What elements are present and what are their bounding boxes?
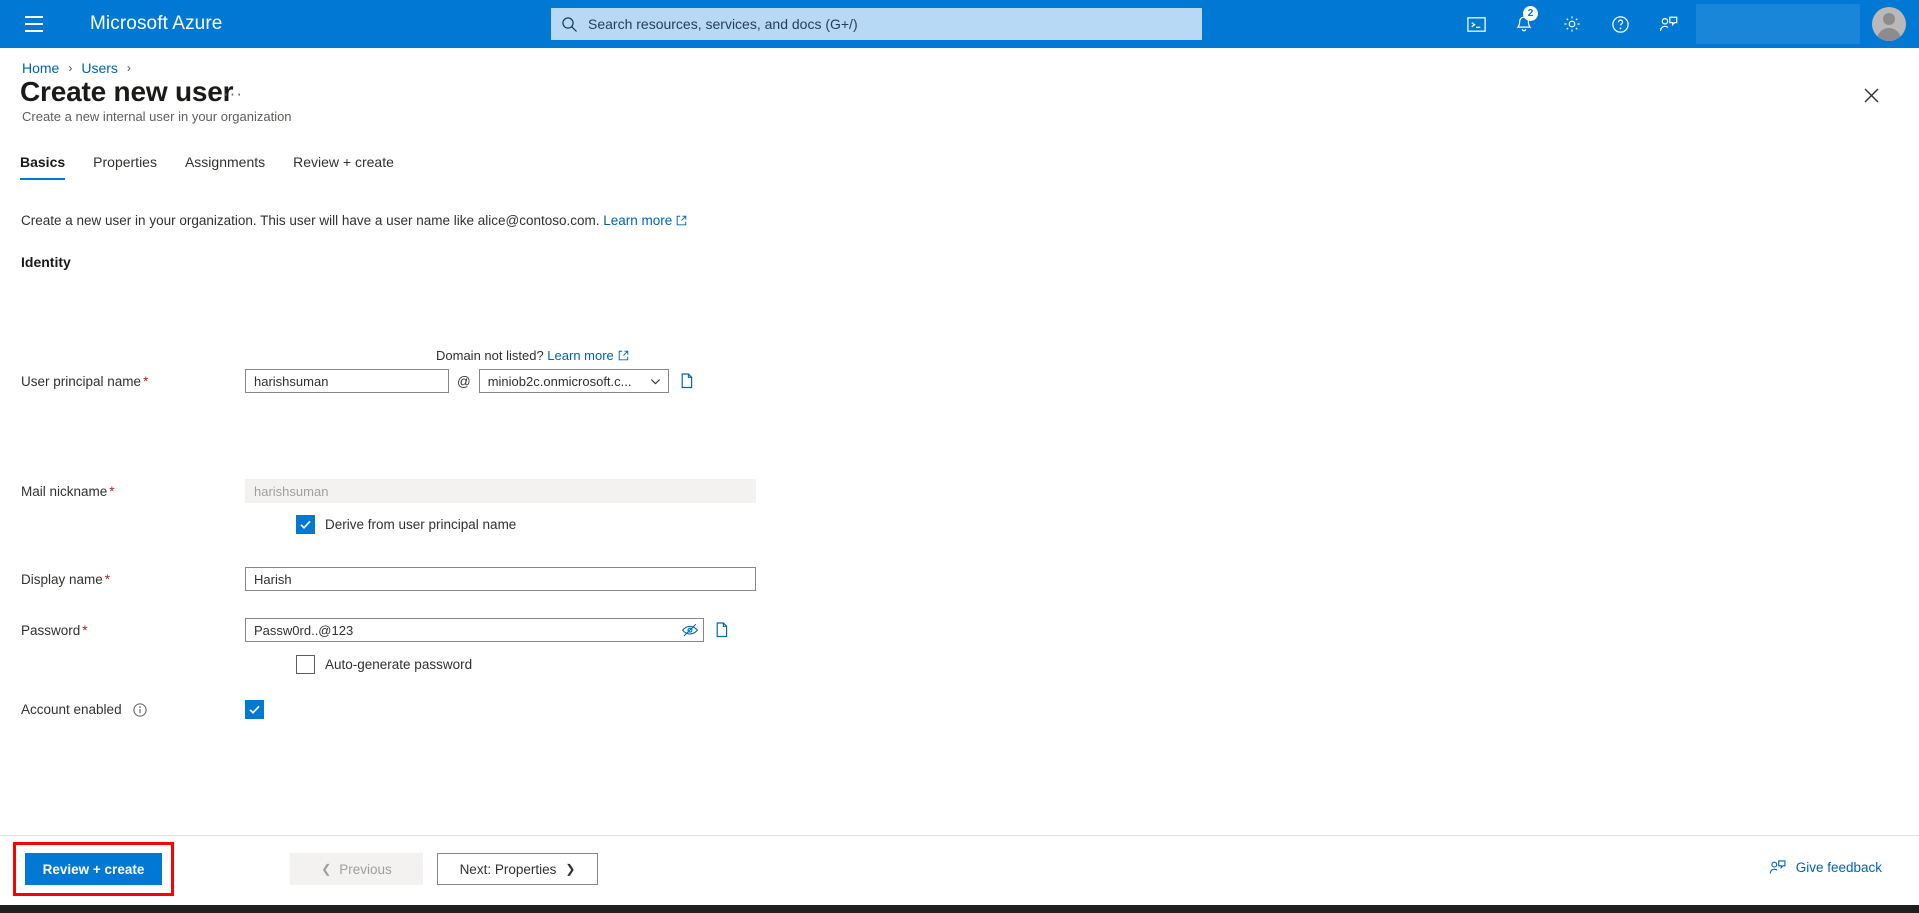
breadcrumb: Home › Users › — [22, 60, 140, 76]
bottom-system-bar — [0, 905, 1919, 913]
required-marker: * — [143, 373, 149, 389]
review-create-button[interactable]: Review + create — [25, 853, 162, 885]
page-subtitle: Create a new internal user in your organ… — [22, 109, 292, 124]
auto-generate-password-row: Auto-generate password — [296, 655, 472, 674]
next-properties-button[interactable]: Next: Properties ❯ — [437, 853, 598, 885]
search-input[interactable] — [586, 12, 1186, 36]
tab-basics[interactable]: Basics — [20, 150, 79, 180]
global-search[interactable] — [551, 8, 1202, 40]
more-options-button[interactable]: ··· — [223, 84, 243, 104]
field-row-display-name: Display name * — [21, 567, 756, 591]
label-text: Account enabled — [21, 702, 122, 717]
previous-button: ❮ Previous — [290, 853, 423, 885]
cloud-shell-icon[interactable] — [1452, 0, 1500, 48]
label-mail-nickname: Mail nickname * — [21, 484, 245, 499]
footer-bar: Review + create ❮ Previous Next: Propert… — [0, 835, 1919, 905]
give-feedback-button[interactable]: Give feedback — [1768, 858, 1882, 877]
required-marker: * — [82, 622, 88, 638]
notifications-icon[interactable]: 2 — [1500, 0, 1548, 48]
search-icon — [562, 16, 577, 32]
info-icon[interactable] — [133, 703, 147, 717]
breadcrumb-item-users[interactable]: Users — [81, 60, 118, 76]
domain-select[interactable]: miniob2c.onmicrosoft.c... — [478, 369, 669, 393]
copy-password-button[interactable] — [715, 621, 732, 639]
tab-properties[interactable]: Properties — [79, 150, 171, 180]
account-enabled-checkbox[interactable] — [245, 700, 264, 719]
field-row-account-enabled: Account enabled — [21, 700, 264, 719]
label-text: User principal name — [21, 373, 142, 389]
breadcrumb-separator-icon: › — [68, 61, 73, 75]
label-text: Display name — [21, 571, 103, 587]
give-feedback-label: Give feedback — [1795, 860, 1882, 875]
field-row-password: Password * — [21, 618, 732, 642]
feedback-person-icon — [1769, 860, 1786, 874]
close-icon[interactable] — [1855, 79, 1887, 111]
eye-off-icon[interactable] — [681, 621, 699, 639]
required-marker: * — [104, 571, 111, 587]
label-text: Password — [21, 622, 81, 638]
password-input[interactable] — [245, 618, 704, 642]
domain-not-listed-learn-more-link[interactable]: Learn more — [547, 348, 613, 363]
intro-text-row: Create a new user in your organization. … — [21, 213, 687, 229]
chevron-left-icon: ❮ — [321, 862, 332, 876]
user-principal-name-input[interactable] — [245, 369, 449, 393]
label-password: Password * — [21, 623, 245, 638]
label-account-enabled: Account enabled — [21, 702, 245, 717]
external-link-icon — [676, 214, 687, 229]
label-display-name: Display name * — [21, 572, 245, 587]
label-text: Mail nickname — [21, 483, 108, 499]
derive-from-upn-checkbox[interactable] — [296, 515, 315, 534]
external-link-icon — [618, 349, 629, 364]
breadcrumb-separator-icon: › — [126, 61, 131, 75]
brand-title[interactable]: Microsoft Azure — [90, 13, 222, 35]
required-marker: * — [109, 483, 115, 499]
chevron-right-icon: ❯ — [565, 862, 576, 876]
copy-user-principal-name-button[interactable] — [680, 372, 697, 390]
tab-review-create[interactable]: Review + create — [279, 150, 408, 180]
field-row-mail-nickname: Mail nickname * — [21, 479, 756, 503]
next-button-label: Next: Properties — [459, 861, 557, 877]
display-name-input[interactable] — [245, 567, 756, 591]
auto-generate-password-label[interactable]: Auto-generate password — [325, 657, 472, 672]
domain-not-listed-text: Domain not listed? — [436, 348, 544, 363]
field-row-user-principal-name: User principal name* @ miniob2c.onmicros… — [21, 369, 697, 393]
chevron-down-icon — [650, 378, 660, 384]
tab-bar: Basics Properties Assignments Review + c… — [20, 150, 408, 180]
notification-badge: 2 — [1523, 6, 1538, 21]
label-user-principal-name: User principal name * — [21, 374, 245, 389]
domain-select-value: miniob2c.onmicrosoft.c... — [487, 373, 632, 389]
feedback-icon[interactable] — [1644, 0, 1692, 48]
page-title: Create new user — [20, 76, 234, 107]
help-icon[interactable] — [1596, 0, 1644, 48]
auto-generate-password-checkbox[interactable] — [296, 655, 315, 674]
intro-learn-more-link[interactable]: Learn more — [603, 213, 672, 228]
domain-not-listed-row: Domain not listed? Learn more — [436, 348, 629, 364]
tab-assignments[interactable]: Assignments — [171, 150, 279, 180]
top-bar-icon-group: 2 — [1452, 0, 1919, 48]
breadcrumb-item-home[interactable]: Home — [22, 60, 59, 76]
hamburger-icon[interactable] — [10, 0, 58, 48]
previous-button-label: Previous — [339, 861, 392, 877]
gear-icon[interactable] — [1548, 0, 1596, 48]
derive-from-upn-checkbox-row: Derive from user principal name — [296, 515, 516, 534]
derive-from-upn-label[interactable]: Derive from user principal name — [325, 517, 516, 532]
intro-text: Create a new user in your organization. … — [21, 213, 600, 228]
section-title-identity: Identity — [21, 254, 71, 270]
user-avatar[interactable] — [1872, 7, 1906, 41]
at-symbol: @ — [457, 373, 471, 389]
mail-nickname-input — [245, 479, 756, 503]
account-panel[interactable] — [1696, 4, 1860, 44]
